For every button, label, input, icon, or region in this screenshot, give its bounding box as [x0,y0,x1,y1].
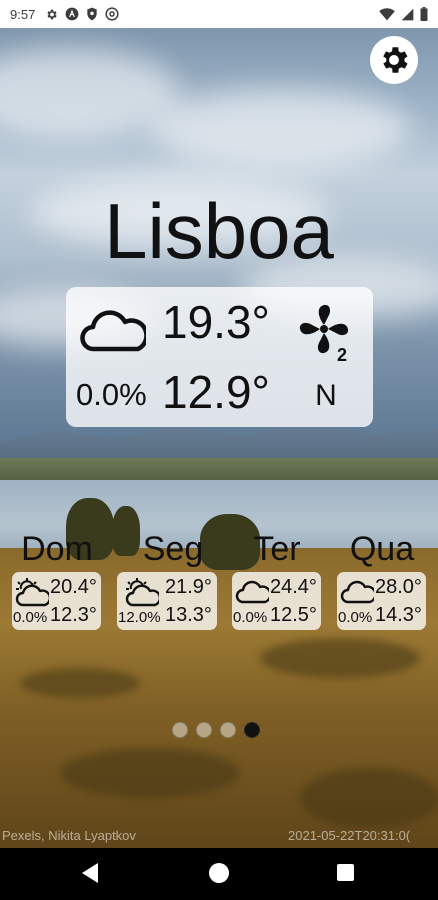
home-icon[interactable] [209,863,229,883]
current-min-temp: 12.9° [162,366,270,418]
forecast-day-label: Dom [21,530,93,568]
forecast-day-label: Seg [142,530,204,568]
forecast-min-temp: 12.3° [50,604,97,626]
partly-sunny-icon [15,578,49,607]
page-dot[interactable] [172,722,188,738]
forecast-min-temp: 14.3° [375,604,422,626]
forecast-card[interactable]: 28.0° 0.0% 14.3° [337,572,426,630]
cloud-icon [235,580,269,604]
current-max-temp: 19.3° [162,296,270,348]
photo-credit: Pexels, Nikita Lyaptkov [2,828,136,843]
forecast-max-temp: 24.4° [270,576,317,598]
battery-icon [420,7,428,21]
forecast-min-temp: 12.5° [270,604,317,626]
forecast-precipitation: 0.0% [13,609,48,626]
page-indicator [172,722,260,738]
forecast-precipitation: 12.0% [118,609,161,626]
page-dot-active[interactable] [244,722,260,738]
forecast-day-label: Ter [253,530,301,568]
forecast-max-temp: 28.0° [375,576,422,598]
current-weather-card[interactable]: 19.3° 12.9° 0.0% 2 N [66,287,373,427]
forecast-precipitation: 0.0% [338,609,373,626]
forecast-max-temp: 20.4° [50,576,97,598]
page-dot[interactable] [196,722,212,738]
forecast-card[interactable]: 24.4° 0.0% 12.5° [232,572,321,630]
status-time: 9:57 [10,6,36,22]
forecast-max-temp: 21.9° [165,576,212,598]
update-timestamp: 2021-05-22T20:31:0( [288,828,411,843]
gear-icon [383,47,408,73]
forecast-card[interactable]: 21.9° 12.0% 13.3° [117,572,217,630]
page-dot[interactable] [220,722,236,738]
wifi-icon [379,7,395,20]
signal-icon [401,8,414,20]
wind-force: 2 [337,345,347,363]
cloud-icon [340,580,374,604]
city-name: Lisboa [104,187,334,275]
wind-fan-icon: 2 [299,304,349,363]
recents-icon[interactable] [337,864,354,881]
forecast-precipitation: 0.0% [233,609,268,626]
partly-sunny-icon [125,578,159,607]
back-icon[interactable] [80,862,100,884]
forecast-min-temp: 13.3° [165,604,212,626]
gear-icon [47,9,58,19]
status-bar: 9:57 [0,0,438,28]
settings-button[interactable] [370,36,418,84]
shield-icon [87,7,97,21]
a-icon [65,7,79,21]
forecast-day-label: Qua [349,530,415,568]
current-precipitation: 0.0% [76,377,147,412]
cloud-icon [80,310,146,352]
navigation-bar [0,848,438,900]
wind-direction: N [315,379,337,412]
at-icon [105,7,119,21]
forecast-card[interactable]: 20.4° 0.0% 12.3° [12,572,101,630]
